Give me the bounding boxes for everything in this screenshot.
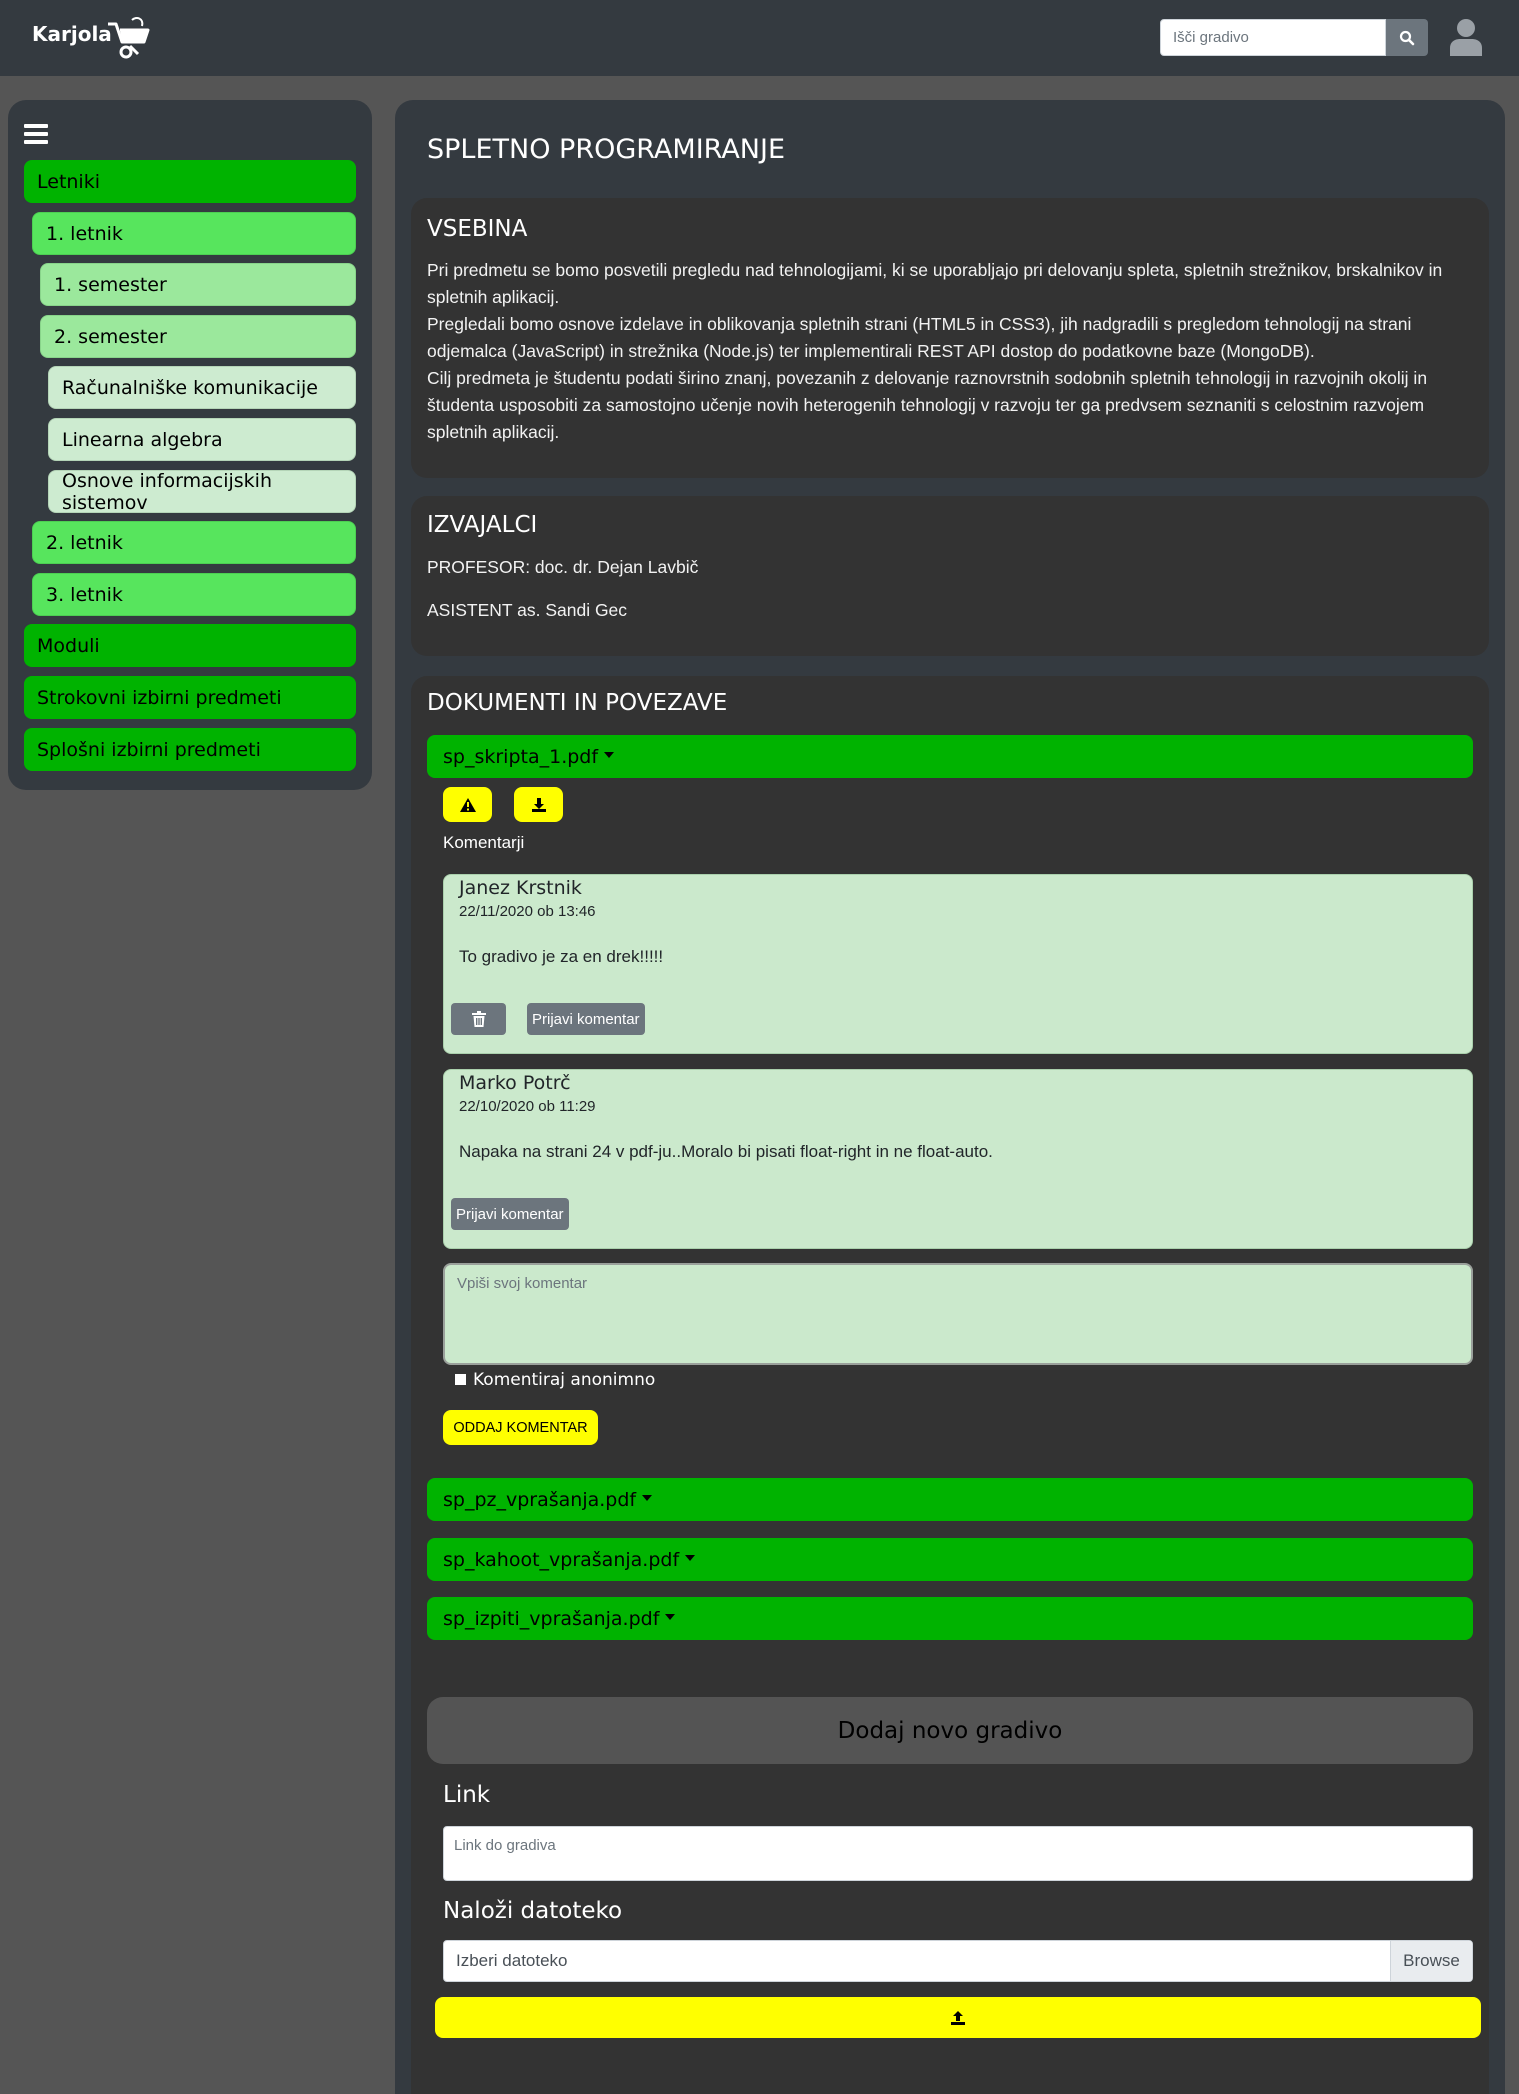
document-name: sp_pz_vprašanja.pdf <box>443 1488 637 1511</box>
sidebar-item-2-semester[interactable]: 2. semester <box>40 315 356 358</box>
comments-label: Komentarji <box>443 833 525 852</box>
search-icon <box>1399 30 1415 45</box>
brand-name[interactable]: Karjola <box>32 22 112 46</box>
document-dropdown[interactable]: sp_pz_vprašanja.pdf <box>427 1478 1473 1521</box>
file-input[interactable]: Izberi datoteko Browse <box>443 1940 1473 1982</box>
warning-icon <box>459 797 476 812</box>
document-dropdown[interactable]: sp_skripta_1.pdf <box>427 735 1473 778</box>
report-document-button[interactable] <box>443 787 492 822</box>
comment-author: Janez Krstnik <box>459 877 582 899</box>
upload-label: Naloži datoteko <box>443 1898 623 1924</box>
search-button[interactable] <box>1386 19 1428 56</box>
caret-down-icon <box>665 1613 676 1620</box>
comment-text: To gradivo je za en drek!!!!! <box>459 947 664 966</box>
comment-date: 22/11/2020 ob 13:46 <box>459 903 596 920</box>
delete-comment-button[interactable] <box>451 1003 506 1035</box>
top-navbar: Karjola <box>0 0 1519 76</box>
document-dropdown[interactable]: sp_kahoot_vprašanja.pdf <box>427 1538 1473 1581</box>
document-name: sp_skripta_1.pdf <box>443 745 599 768</box>
sidebar-item-3-letnik[interactable]: 3. letnik <box>32 573 356 616</box>
comment-card: Janez Krstnik 22/11/2020 ob 13:46 To gra… <box>443 874 1473 1054</box>
assistant-text: ASISTENT as. Sandi Gec <box>427 600 628 620</box>
sidebar-item-strokovni-izbirni[interactable]: Strokovni izbirni predmeti <box>24 676 356 719</box>
download-document-button[interactable] <box>514 787 563 822</box>
content-paragraph: Pregledali bomo osnove izdelave in oblik… <box>427 314 1412 361</box>
main-panel: SPLETNO PROGRAMIRANJE VSEBINA Pri predme… <box>395 100 1505 2094</box>
content-card: VSEBINA Pri predmetu se bomo posvetili p… <box>411 198 1489 478</box>
report-comment-button[interactable]: Prijavi komentar <box>527 1003 645 1035</box>
sidebar: Letniki 1. letnik 1. semester 2. semeste… <box>8 100 372 790</box>
comment-card: Marko Potrč 22/10/2020 ob 11:29 Napaka n… <box>443 1069 1473 1249</box>
document-name: sp_izpiti_vprašanja.pdf <box>443 1607 660 1630</box>
hamburger-menu-icon[interactable] <box>24 124 48 144</box>
anonymous-checkbox[interactable] <box>455 1374 466 1385</box>
content-text: Pri predmetu se bomo posvetili pregledu … <box>427 257 1477 446</box>
comment-textarea[interactable] <box>443 1263 1473 1365</box>
comment-author: Marko Potrč <box>459 1072 571 1094</box>
report-comment-button[interactable]: Prijavi komentar <box>451 1198 569 1230</box>
sidebar-item-1-letnik[interactable]: 1. letnik <box>32 212 356 255</box>
content-paragraph: Cilj predmeta je študentu podati širino … <box>427 368 1428 442</box>
user-account-icon[interactable] <box>1450 18 1482 56</box>
sidebar-item-2-letnik[interactable]: 2. letnik <box>32 521 356 564</box>
caret-down-icon <box>685 1554 696 1561</box>
upload-icon <box>951 2010 965 2025</box>
search-input[interactable] <box>1160 19 1386 56</box>
sidebar-item-moduli[interactable]: Moduli <box>24 624 356 667</box>
comment-text: Napaka na strani 24 v pdf-ju..Moralo bi … <box>459 1142 993 1161</box>
sidebar-item-osnove-informacijskih-sistemov[interactable]: Osnove informacijskih sistemov <box>48 470 356 514</box>
documents-card: DOKUMENTI IN POVEZAVE sp_skripta_1.pdf K… <box>411 676 1489 2094</box>
sidebar-item-splosni-izbirni[interactable]: Splošni izbirni predmeti <box>24 728 356 771</box>
comment-date: 22/10/2020 ob 11:29 <box>459 1098 596 1115</box>
anonymous-label: Komentiraj anonimno <box>473 1370 656 1390</box>
sidebar-item-linearna-algebra[interactable]: Linearna algebra <box>48 418 356 461</box>
upload-button[interactable] <box>435 1997 1481 2038</box>
link-label: Link <box>443 1782 491 1808</box>
browse-button[interactable]: Browse <box>1390 1941 1472 1981</box>
caret-down-icon <box>642 1494 653 1501</box>
sidebar-item-racunalniske-komunikacije[interactable]: Računalniške komunikacije <box>48 366 356 409</box>
link-input[interactable] <box>443 1826 1473 1881</box>
download-icon <box>531 797 546 812</box>
file-input-label: Izberi datoteko <box>456 1951 568 1970</box>
trash-icon <box>471 1011 486 1027</box>
lecturers-card: IZVAJALCI PROFESOR: doc. dr. Dejan Lavbi… <box>411 496 1489 656</box>
add-material-header: Dodaj novo gradivo <box>427 1697 1473 1764</box>
document-dropdown[interactable]: sp_izpiti_vprašanja.pdf <box>427 1597 1473 1640</box>
lecturers-title: IZVAJALCI <box>427 512 538 538</box>
page-title: SPLETNO PROGRAMIRANJE <box>427 134 786 165</box>
wheelbarrow-logo-icon[interactable] <box>104 16 152 60</box>
sidebar-item-1-semester[interactable]: 1. semester <box>40 263 356 306</box>
submit-comment-button[interactable]: ODDAJ KOMENTAR <box>443 1410 598 1445</box>
documents-title: DOKUMENTI IN POVEZAVE <box>427 690 728 716</box>
caret-down-icon <box>604 751 615 758</box>
content-paragraph: Pri predmetu se bomo posvetili pregledu … <box>427 260 1443 307</box>
sidebar-item-letniki[interactable]: Letniki <box>24 160 356 203</box>
content-title: VSEBINA <box>427 216 528 242</box>
professor-text: PROFESOR: doc. dr. Dejan Lavbič <box>427 557 699 577</box>
document-name: sp_kahoot_vprašanja.pdf <box>443 1548 680 1571</box>
